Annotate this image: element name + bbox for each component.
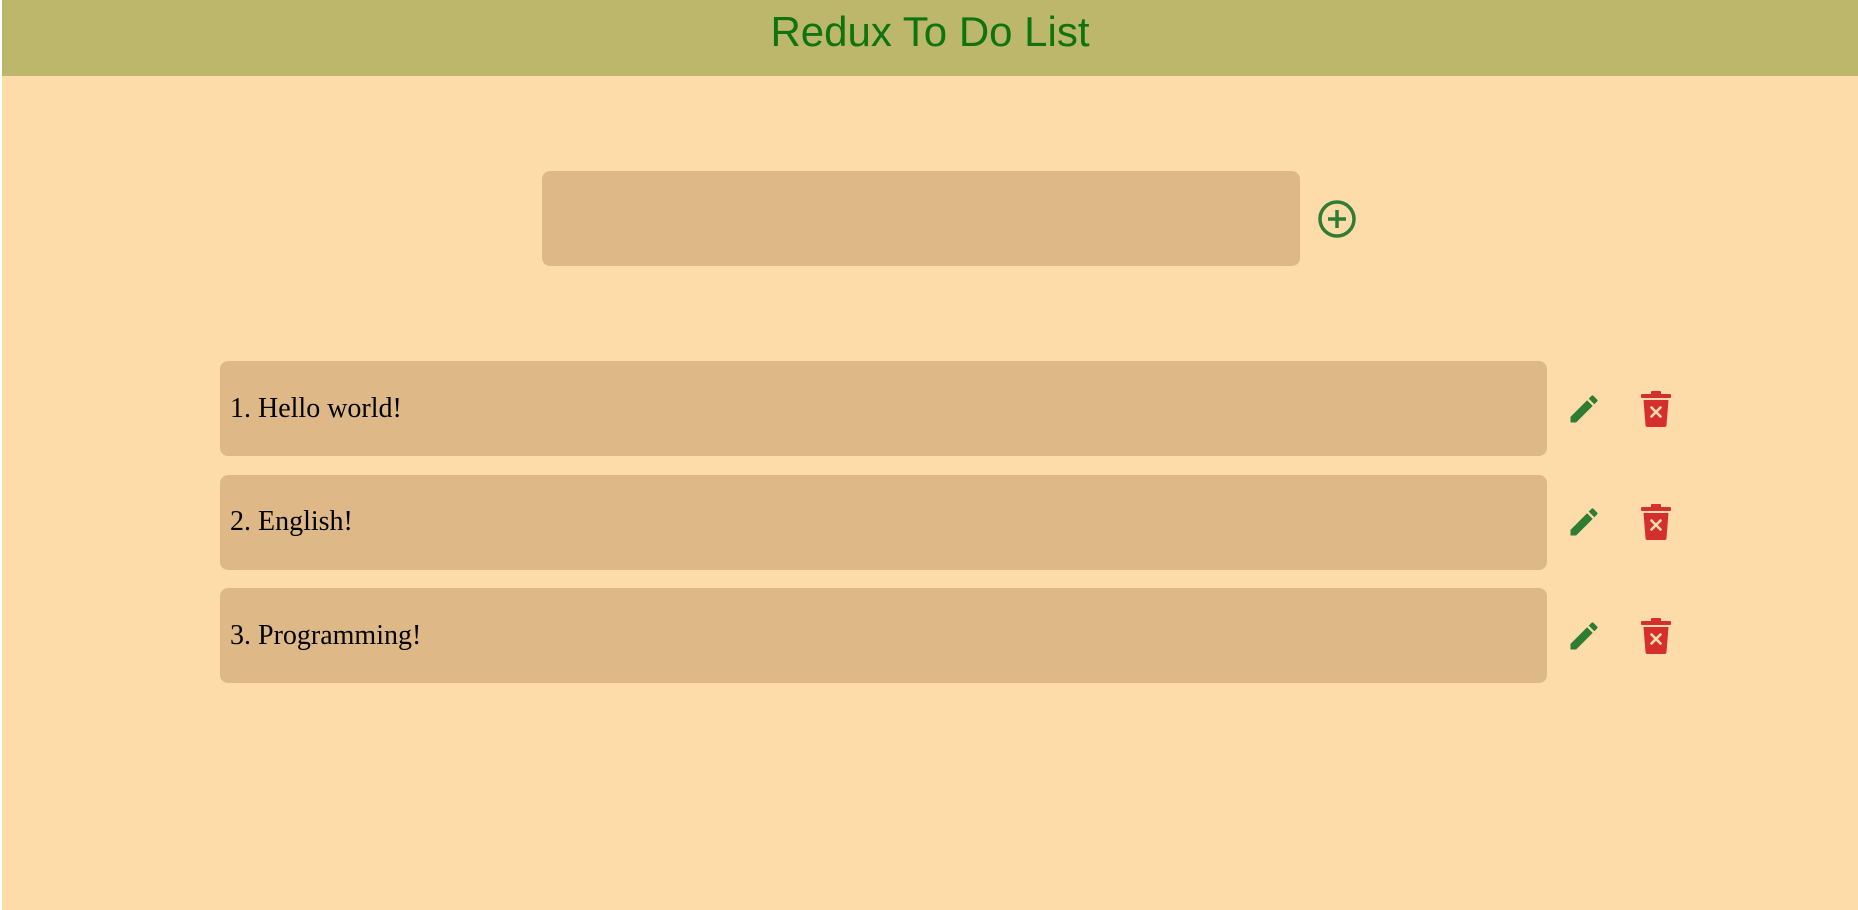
new-todo-input[interactable] [542,171,1300,266]
todo-item: 3. Programming! [220,588,1673,683]
add-todo-form [542,171,1357,266]
edit-todo-button[interactable] [1564,616,1604,656]
plus-circle-icon [1318,199,1356,238]
trash-icon [1641,617,1671,654]
app-header: Redux To Do List [2,0,1858,76]
app-title: Redux To Do List [770,8,1090,55]
todo-item-text[interactable]: 2. English! [220,474,1547,570]
todo-item-text[interactable]: 1. Hello world! [220,361,1547,456]
pencil-icon [1570,394,1598,422]
pencil-icon [1570,508,1598,536]
delete-todo-button[interactable] [1639,502,1673,542]
edit-todo-button[interactable] [1564,502,1604,542]
todo-list: 1. Hello world! 2. English! 3. Programmi… [220,361,1673,702]
edit-todo-button[interactable] [1564,389,1604,429]
todo-item-text[interactable]: 3. Programming! [220,588,1547,683]
todo-item: 1. Hello world! [220,361,1673,456]
add-todo-button[interactable] [1317,199,1357,239]
todo-item: 2. English! [220,474,1673,570]
trash-icon [1641,504,1671,540]
delete-todo-button[interactable] [1639,389,1673,429]
app-page: Redux To Do List 1. Hello world! 2. Engl… [2,0,1858,910]
pencil-icon [1570,621,1598,649]
trash-icon [1641,390,1671,427]
delete-todo-button[interactable] [1639,616,1673,656]
